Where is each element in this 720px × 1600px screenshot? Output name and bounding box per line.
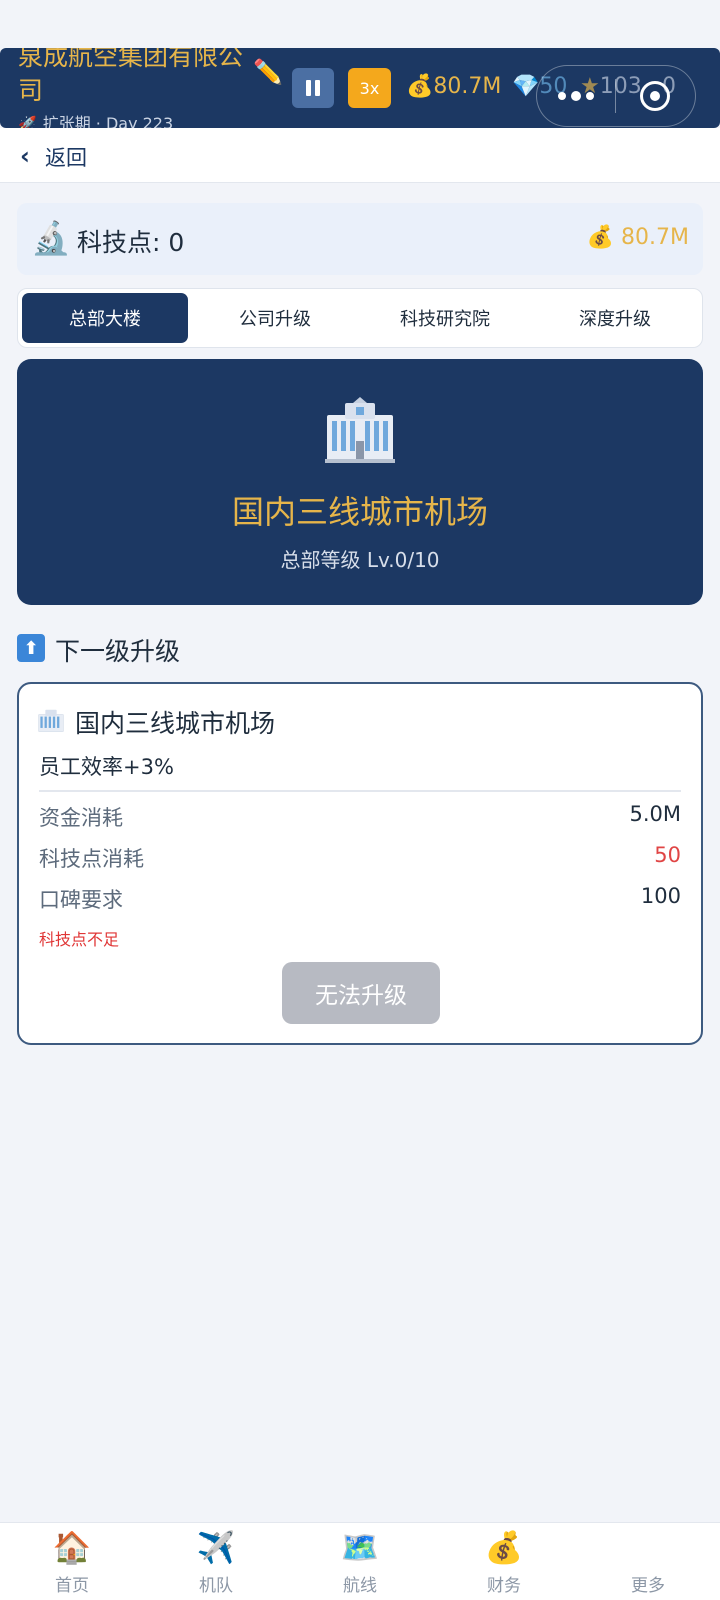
airplane-icon: ✈️ [196,1530,236,1566]
nav-routes[interactable]: 🗺️ 航线 [288,1523,432,1600]
nav-finance[interactable]: 💰 财务 [432,1523,576,1600]
cost-value: 50 [654,843,681,867]
more-options-icon[interactable] [537,91,615,101]
rocket-icon: 🚀 [18,115,37,128]
upgrade-card: 国内三线城市机场 员工效率+3% 资金消耗 5.0M 科技点消耗 50 口碑要求… [17,682,703,1045]
tab-headquarters[interactable]: 总部大楼 [22,293,188,343]
money-bag-icon: 💰 [484,1530,524,1566]
headquarters-card: 国内三线城市机场 总部等级 Lv.0/10 [17,359,703,605]
hq-title: 国内三线城市机场 [231,493,488,531]
back-button[interactable]: 返回 [45,142,87,172]
nav-label: 更多 [631,1576,665,1596]
divider [39,790,681,792]
money-bag-icon: 💰 [586,225,615,250]
tech-points-card: 🔬 科技点: 0 💰 80.7M [17,203,703,275]
speed-button[interactable]: 3x [348,68,391,108]
pencil-icon[interactable]: ✏️ [253,58,283,86]
microscope-icon: 🔬 [31,219,71,257]
office-building-icon [38,709,64,732]
upgrade-effect: 员工效率+3% [39,755,174,779]
pause-button[interactable] [292,68,334,108]
money-stat: 💰80.7M [406,74,501,99]
cost-label: 资金消耗 [39,806,123,830]
chevron-left-icon[interactable]: ‹ [20,142,30,170]
upgrade-tabs: 总部大楼 公司升级 科技研究院 深度升级 [17,288,703,348]
company-name[interactable]: 泉成航空集团有限公司 [18,48,248,108]
close-target-icon[interactable] [616,81,696,111]
office-building-icon [325,397,395,463]
cost-value: 100 [640,884,681,908]
tab-tech-institute[interactable]: 科技研究院 [362,293,528,343]
insufficient-warning: 科技点不足 [39,930,120,949]
mini-program-capsule [536,65,696,127]
upgrade-button-disabled[interactable]: 无法升级 [282,962,440,1024]
bottom-nav: 🏠 首页 ✈️ 机队 🗺️ 航线 💰 财务 更多 [0,1522,720,1600]
nav-label: 首页 [55,1576,89,1596]
game-stage: 🚀 扩张期 · Day 223 [18,110,173,128]
cost-value: 5.0M [629,802,681,826]
money-bag-icon: 💰 [406,74,434,99]
hq-level: 总部等级 Lv.0/10 [280,548,440,572]
upgrade-title: 国内三线城市机场 [75,709,276,738]
tab-company-upgrade[interactable]: 公司升级 [192,293,358,343]
back-bar: ‹ 返回 [0,128,720,183]
funds-display: 💰 80.7M [587,225,689,250]
house-icon: 🏠 [52,1530,92,1566]
money-value: 80.7M [433,74,502,99]
nav-more[interactable]: 更多 [576,1523,720,1600]
nav-home[interactable]: 🏠 首页 [0,1523,144,1600]
funds-value: 80.7M [621,225,689,250]
cost-label: 口碑要求 [39,888,123,912]
cost-label: 科技点消耗 [39,847,144,871]
next-level-label: 下一级升级 [55,637,181,666]
map-icon: 🗺️ [340,1530,380,1566]
nav-label: 航线 [343,1576,377,1596]
nav-label: 机队 [199,1576,233,1596]
tab-deep-upgrade[interactable]: 深度升级 [532,293,698,343]
nav-label: 财务 [487,1576,521,1596]
stage-text: 扩张期 · Day 223 [42,114,174,128]
nav-fleet[interactable]: ✈️ 机队 [144,1523,288,1600]
tech-points-label: 科技点: 0 [77,228,185,257]
arrow-up-icon: ⬆ [17,634,45,662]
